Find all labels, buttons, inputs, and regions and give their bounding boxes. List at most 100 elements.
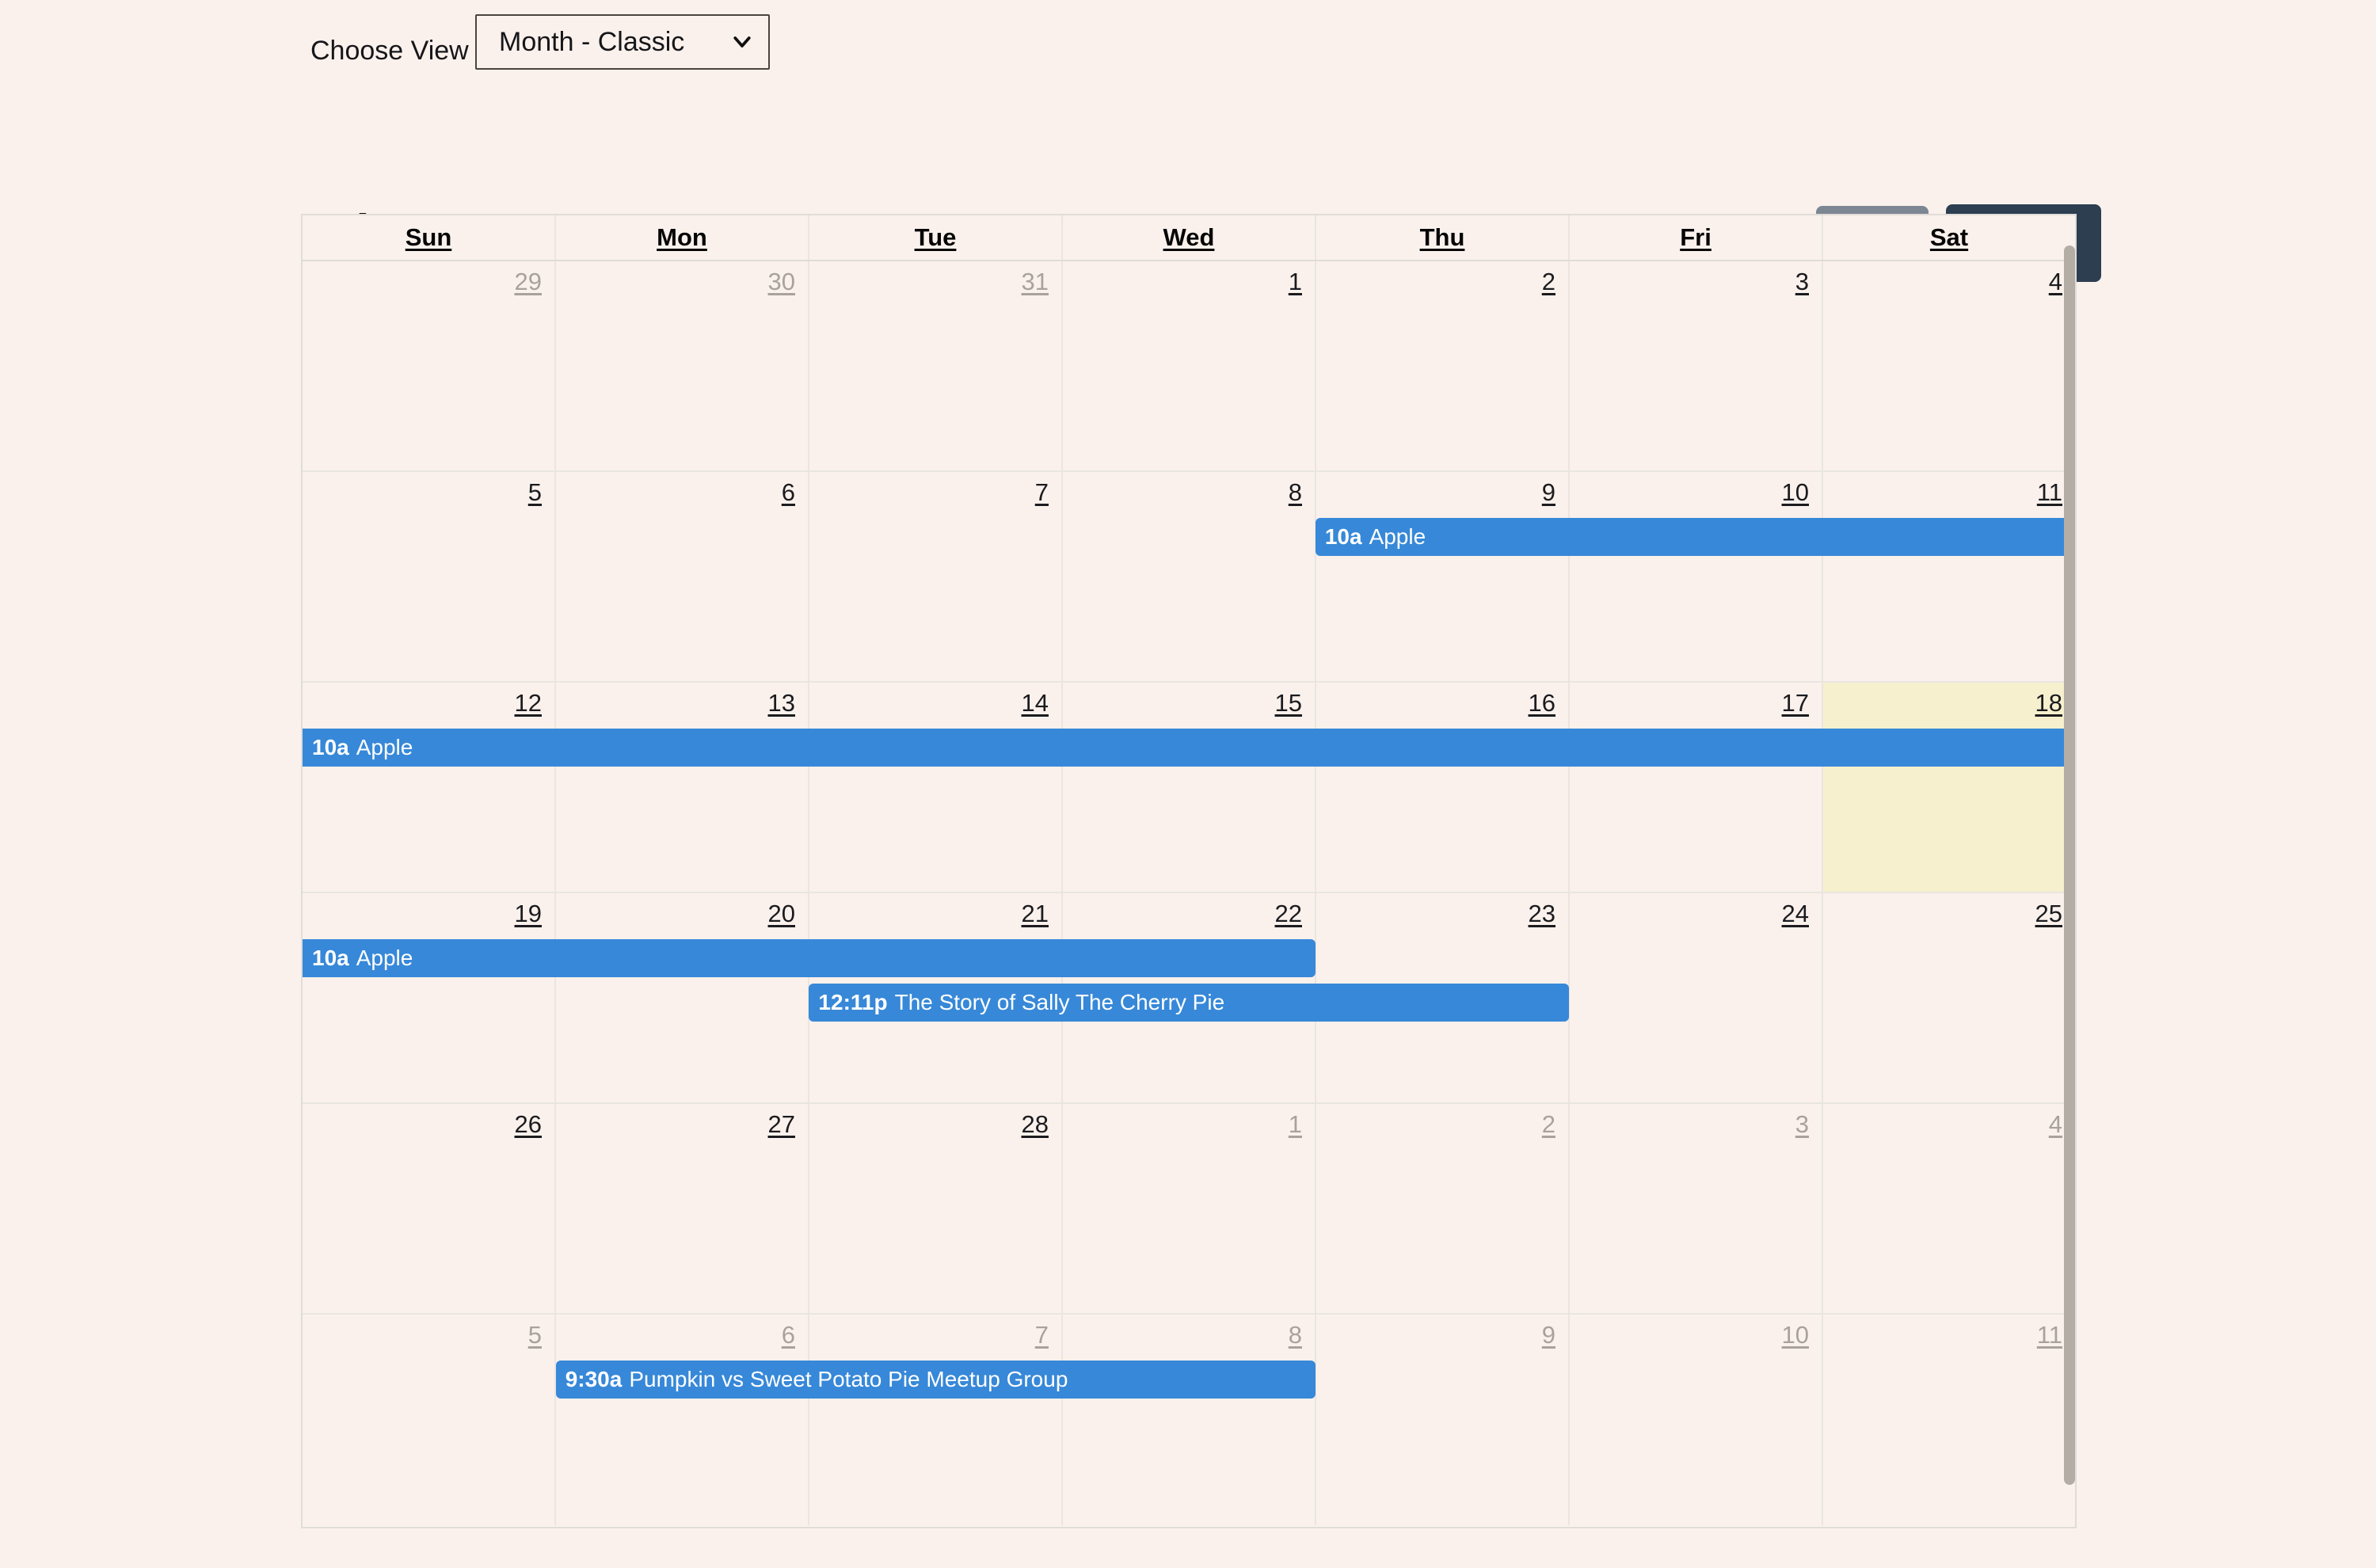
day-header-tue[interactable]: Tue xyxy=(809,215,1063,260)
day-cell[interactable]: 13 xyxy=(556,683,809,892)
day-number[interactable]: 9 xyxy=(1542,478,1555,507)
day-cell[interactable]: 7 xyxy=(809,1315,1063,1525)
day-cell[interactable]: 8 xyxy=(1063,472,1316,681)
scrollbar-thumb[interactable] xyxy=(2064,245,2075,1485)
day-number[interactable]: 18 xyxy=(2035,689,2062,717)
day-number[interactable]: 16 xyxy=(1529,689,1555,717)
day-number[interactable]: 1 xyxy=(1289,268,1302,296)
day-cell[interactable]: 9 xyxy=(1316,472,1570,681)
day-header-sun[interactable]: Sun xyxy=(303,215,556,260)
day-number[interactable]: 11 xyxy=(2037,478,2062,507)
day-number[interactable]: 26 xyxy=(515,1110,542,1139)
day-number[interactable]: 29 xyxy=(515,268,542,296)
day-number[interactable]: 31 xyxy=(1022,268,1049,296)
day-header-thu[interactable]: Thu xyxy=(1316,215,1570,260)
day-cell[interactable]: 4 xyxy=(1823,1104,2075,1313)
day-cell[interactable]: 17 xyxy=(1570,683,1823,892)
day-number[interactable]: 11 xyxy=(2037,1321,2062,1349)
day-number[interactable]: 6 xyxy=(782,478,795,507)
day-cell[interactable]: 20 xyxy=(556,893,809,1102)
day-cell[interactable]: 30 xyxy=(556,261,809,470)
day-header-wed[interactable]: Wed xyxy=(1063,215,1316,260)
day-cell[interactable]: 29 xyxy=(303,261,556,470)
day-header-mon[interactable]: Mon xyxy=(556,215,809,260)
day-number[interactable]: 8 xyxy=(1289,1321,1302,1349)
day-header-sat[interactable]: Sat xyxy=(1823,215,2075,260)
day-cell-group: 29 30 31 1 2 3 4 xyxy=(303,261,2075,470)
day-number[interactable]: 1 xyxy=(1289,1110,1302,1139)
day-number[interactable]: 4 xyxy=(2049,268,2062,296)
day-number[interactable]: 5 xyxy=(528,478,542,507)
calendar-day-header-row: SunMonTueWedThuFriSat xyxy=(303,214,2075,261)
day-cell[interactable]: 15 xyxy=(1063,683,1316,892)
day-number[interactable]: 19 xyxy=(515,900,542,928)
day-cell[interactable]: 5 xyxy=(303,472,556,681)
calendar-event[interactable]: 12:11pThe Story of Sally The Cherry Pie xyxy=(809,984,1568,1022)
day-number[interactable]: 27 xyxy=(768,1110,795,1139)
day-cell[interactable]: 5 xyxy=(303,1315,556,1525)
vertical-scrollbar[interactable] xyxy=(2062,245,2077,1485)
day-cell[interactable]: 3 xyxy=(1570,1104,1823,1313)
day-number[interactable]: 5 xyxy=(528,1321,542,1349)
day-number[interactable]: 23 xyxy=(1529,900,1555,928)
day-cell[interactable]: 24 xyxy=(1570,893,1823,1102)
day-number[interactable]: 3 xyxy=(1795,1110,1809,1139)
day-number[interactable]: 24 xyxy=(1782,900,1809,928)
day-cell[interactable]: 26 xyxy=(303,1104,556,1313)
event-title: Apple xyxy=(356,946,413,970)
day-cell[interactable]: 1 xyxy=(1063,1104,1316,1313)
day-cell[interactable]: 6 xyxy=(556,472,809,681)
day-number[interactable]: 8 xyxy=(1289,478,1302,507)
day-number[interactable]: 17 xyxy=(1782,689,1809,717)
day-number[interactable]: 7 xyxy=(1035,1321,1049,1349)
day-number[interactable]: 2 xyxy=(1542,1110,1555,1139)
day-cell[interactable]: 3 xyxy=(1570,261,1823,470)
day-cell[interactable]: 2 xyxy=(1316,261,1570,470)
day-number[interactable]: 14 xyxy=(1022,689,1049,717)
day-number[interactable]: 4 xyxy=(2049,1110,2062,1139)
day-cell[interactable]: 11 xyxy=(1823,1315,2075,1525)
view-select[interactable]: Month - Classic xyxy=(475,14,770,70)
day-number[interactable]: 10 xyxy=(1782,1321,1809,1349)
day-number[interactable]: 2 xyxy=(1542,268,1555,296)
day-cell[interactable]: 25 xyxy=(1823,893,2075,1102)
event-title: Apple xyxy=(1369,524,1426,549)
day-number[interactable]: 28 xyxy=(1022,1110,1049,1139)
day-number[interactable]: 15 xyxy=(1275,689,1302,717)
day-cell[interactable]: 6 xyxy=(556,1315,809,1525)
day-number[interactable]: 9 xyxy=(1542,1321,1555,1349)
day-number[interactable]: 10 xyxy=(1782,478,1809,507)
day-number[interactable]: 6 xyxy=(782,1321,795,1349)
day-number[interactable]: 12 xyxy=(515,689,542,717)
day-cell[interactable]: 31 xyxy=(809,261,1063,470)
day-cell[interactable]: 1 xyxy=(1063,261,1316,470)
day-cell[interactable]: 18 xyxy=(1823,683,2075,892)
day-cell[interactable]: 27 xyxy=(556,1104,809,1313)
day-cell[interactable]: 11 xyxy=(1823,472,2075,681)
day-number[interactable]: 22 xyxy=(1275,900,1302,928)
calendar-event[interactable]: 10aApple xyxy=(1316,518,2075,556)
day-number[interactable]: 30 xyxy=(768,268,795,296)
day-cell[interactable]: 10 xyxy=(1570,472,1823,681)
day-number[interactable]: 25 xyxy=(2035,900,2062,928)
day-cell[interactable]: 16 xyxy=(1316,683,1570,892)
day-cell[interactable]: 2 xyxy=(1316,1104,1570,1313)
day-cell[interactable]: 19 xyxy=(303,893,556,1102)
day-number[interactable]: 20 xyxy=(768,900,795,928)
day-cell[interactable]: 14 xyxy=(809,683,1063,892)
calendar-event[interactable]: 9:30aPumpkin vs Sweet Potato Pie Meetup … xyxy=(556,1361,1316,1399)
day-header-fri[interactable]: Fri xyxy=(1570,215,1823,260)
calendar-event[interactable]: 10aApple xyxy=(303,939,1316,977)
day-cell[interactable]: 10 xyxy=(1570,1315,1823,1525)
day-number[interactable]: 13 xyxy=(768,689,795,717)
day-number[interactable]: 7 xyxy=(1035,478,1049,507)
day-cell[interactable]: 28 xyxy=(809,1104,1063,1313)
day-cell[interactable]: 9 xyxy=(1316,1315,1570,1525)
day-cell[interactable]: 7 xyxy=(809,472,1063,681)
day-cell[interactable]: 4 xyxy=(1823,261,2075,470)
day-cell[interactable]: 12 xyxy=(303,683,556,892)
day-number[interactable]: 21 xyxy=(1022,900,1049,928)
day-number[interactable]: 3 xyxy=(1795,268,1809,296)
calendar-event[interactable]: 10aApple xyxy=(303,729,2075,767)
day-cell[interactable]: 8 xyxy=(1063,1315,1316,1525)
